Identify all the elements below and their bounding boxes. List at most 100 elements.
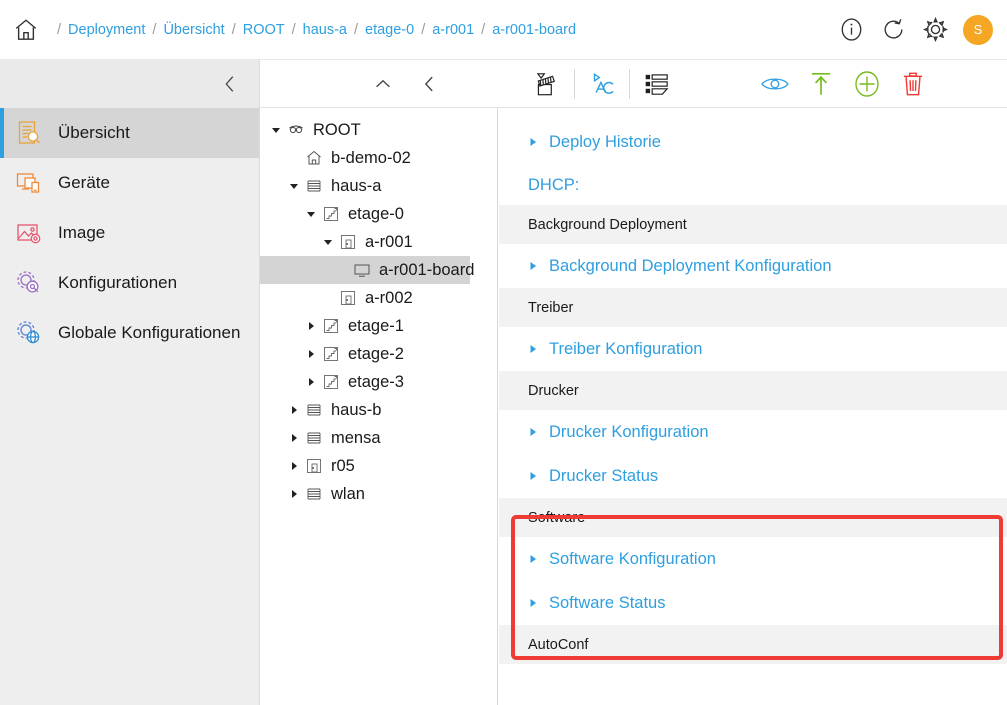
tree-node-label: haus-a xyxy=(331,176,382,195)
tree-node-label: mensa xyxy=(331,428,381,447)
floor-icon xyxy=(321,204,341,224)
breadcrumb-item-deployment[interactable]: Deployment xyxy=(68,22,145,38)
tree-node-label: etage-1 xyxy=(348,316,404,335)
twisty-down-icon[interactable] xyxy=(320,234,336,250)
config-icon xyxy=(14,268,44,298)
twisty-right-icon[interactable] xyxy=(303,374,319,390)
tree-node-mensa[interactable]: mensa xyxy=(260,424,497,452)
home-icon xyxy=(304,148,324,168)
tree-node-a-r001-board[interactable]: a-r001-board xyxy=(260,256,474,284)
sidebar-item-image[interactable]: Image xyxy=(0,208,259,258)
tree-node-r05[interactable]: r05 xyxy=(260,452,497,480)
refresh-icon[interactable] xyxy=(879,16,907,44)
sidebar-item-uebersicht[interactable]: Übersicht xyxy=(0,108,259,158)
twisty-right-icon[interactable] xyxy=(303,318,319,334)
tree-node-etage-0[interactable]: etage-0 xyxy=(260,200,497,228)
floor-icon xyxy=(321,372,341,392)
tree-node-root[interactable]: ROOT xyxy=(260,116,497,144)
link-drucker-konfiguration[interactable]: Drucker Konfiguration xyxy=(499,410,1007,454)
tree-node-a-r002[interactable]: a-r002 xyxy=(260,284,497,312)
tree-node-b-demo-02[interactable]: b-demo-02 xyxy=(260,144,497,172)
clapperboard-icon[interactable] xyxy=(524,61,570,107)
building-icon xyxy=(304,400,324,420)
twisty-right-icon[interactable] xyxy=(286,430,302,446)
avatar[interactable]: S xyxy=(963,14,993,45)
twisty-none xyxy=(334,262,350,278)
sub-bar xyxy=(0,60,1007,108)
link-background-deployment-konfiguration[interactable]: Background Deployment Konfiguration xyxy=(499,244,1007,288)
toolbar-divider xyxy=(574,68,575,99)
twisty-right-icon[interactable] xyxy=(303,346,319,362)
link-software-status[interactable]: Software Status xyxy=(499,581,1007,625)
sidebar-item-geraete[interactable]: Geräte xyxy=(0,158,259,208)
caret-right-icon xyxy=(528,261,538,271)
breadcrumb-separator-6: / xyxy=(481,21,486,38)
link-label: Drucker Konfiguration xyxy=(549,422,709,441)
trash-icon[interactable] xyxy=(890,61,936,107)
tree-node-haus-a[interactable]: haus-a xyxy=(260,172,497,200)
sidebar-item-label: Übersicht xyxy=(58,123,130,142)
section-header-treiber: Treiber xyxy=(499,288,1007,327)
twisty-right-icon[interactable] xyxy=(286,402,302,418)
tree-node-label: a-r001-board xyxy=(379,260,475,279)
eye-icon[interactable] xyxy=(752,61,798,107)
room-icon xyxy=(304,456,324,476)
tree-node-etage-3[interactable]: etage-3 xyxy=(260,368,497,396)
home-icon[interactable] xyxy=(8,12,44,48)
chevron-left-icon[interactable] xyxy=(406,61,452,107)
tree-node-label: etage-3 xyxy=(348,372,404,391)
link-software-konfiguration[interactable]: Software Konfiguration xyxy=(499,537,1007,581)
list-edit-icon[interactable] xyxy=(634,61,680,107)
tree-node-haus-b[interactable]: haus-b xyxy=(260,396,497,424)
collapse-sidebar-button[interactable] xyxy=(0,60,260,108)
gear-icon[interactable] xyxy=(921,16,949,44)
upload-icon[interactable] xyxy=(798,61,844,107)
twisty-down-icon[interactable] xyxy=(268,122,284,138)
plus-circle-icon[interactable] xyxy=(844,61,890,107)
breadcrumb-item-a-r001-board[interactable]: a-r001-board xyxy=(492,22,576,38)
tree-node-a-r001[interactable]: a-r001 xyxy=(260,228,497,256)
breadcrumb-item-root[interactable]: ROOT xyxy=(243,22,285,38)
left-sidebar: Übersicht Geräte Image Konfigurationen G… xyxy=(0,108,260,705)
section-header-background-deployment: Background Deployment xyxy=(499,205,1007,244)
link-treiber-konfiguration[interactable]: Treiber Konfiguration xyxy=(499,327,1007,371)
sidebar-item-label: Globale Konfigurationen xyxy=(58,323,241,342)
breadcrumb-item-a-r001[interactable]: a-r001 xyxy=(432,22,474,38)
twisty-down-icon[interactable] xyxy=(303,206,319,222)
breadcrumb-separator-1: / xyxy=(152,21,157,38)
tree-node-label: ROOT xyxy=(313,120,361,139)
twisty-none xyxy=(286,150,302,166)
building-icon xyxy=(304,176,324,196)
chevron-up-icon[interactable] xyxy=(360,61,406,107)
link-label: Software Status xyxy=(549,593,666,612)
cutoff-link[interactable]: Deploy xyxy=(499,108,1007,120)
breadcrumb-item-etage-0[interactable]: etage-0 xyxy=(365,22,414,38)
tree-node-label: r05 xyxy=(331,456,355,475)
caret-right-icon xyxy=(528,427,538,437)
caret-right-icon xyxy=(528,344,538,354)
link-deploy-historie[interactable]: Deploy Historie xyxy=(499,120,1007,164)
tree-node-wlan[interactable]: wlan xyxy=(260,480,497,508)
detail-panel-inner: Deploy Deploy Historie DHCP: Background … xyxy=(499,108,1007,664)
ac-play-icon[interactable] xyxy=(579,61,625,107)
top-bar: / Deployment / Übersicht / ROOT / haus-a… xyxy=(0,0,1007,60)
twisty-down-icon[interactable] xyxy=(286,178,302,194)
sidebar-item-konfigurationen[interactable]: Konfigurationen xyxy=(0,258,259,308)
breadcrumb-separator-4: / xyxy=(353,21,359,38)
twisty-none xyxy=(320,290,336,306)
link-label: Deploy Historie xyxy=(549,132,661,151)
breadcrumb-item-haus-a[interactable]: haus-a xyxy=(303,22,347,38)
cutoff-row: Deploy xyxy=(499,108,1007,120)
breadcrumb-item-uebersicht[interactable]: Übersicht xyxy=(163,22,224,38)
sidebar-item-globale-konfigurationen[interactable]: Globale Konfigurationen xyxy=(0,308,259,358)
twisty-right-icon[interactable] xyxy=(286,458,302,474)
link-drucker-status[interactable]: Drucker Status xyxy=(499,454,1007,498)
twisty-right-icon[interactable] xyxy=(286,486,302,502)
global-config-icon xyxy=(14,318,44,348)
tree-node-etage-1[interactable]: etage-1 xyxy=(260,312,497,340)
info-icon[interactable] xyxy=(837,16,865,44)
tree-node-etage-2[interactable]: etage-2 xyxy=(260,340,497,368)
navigation-tree: ROOT b-demo-02 haus-a etage-0 a-r001 a-r… xyxy=(260,108,498,705)
section-header-drucker: Drucker xyxy=(499,371,1007,410)
tree-node-label: b-demo-02 xyxy=(331,148,411,167)
